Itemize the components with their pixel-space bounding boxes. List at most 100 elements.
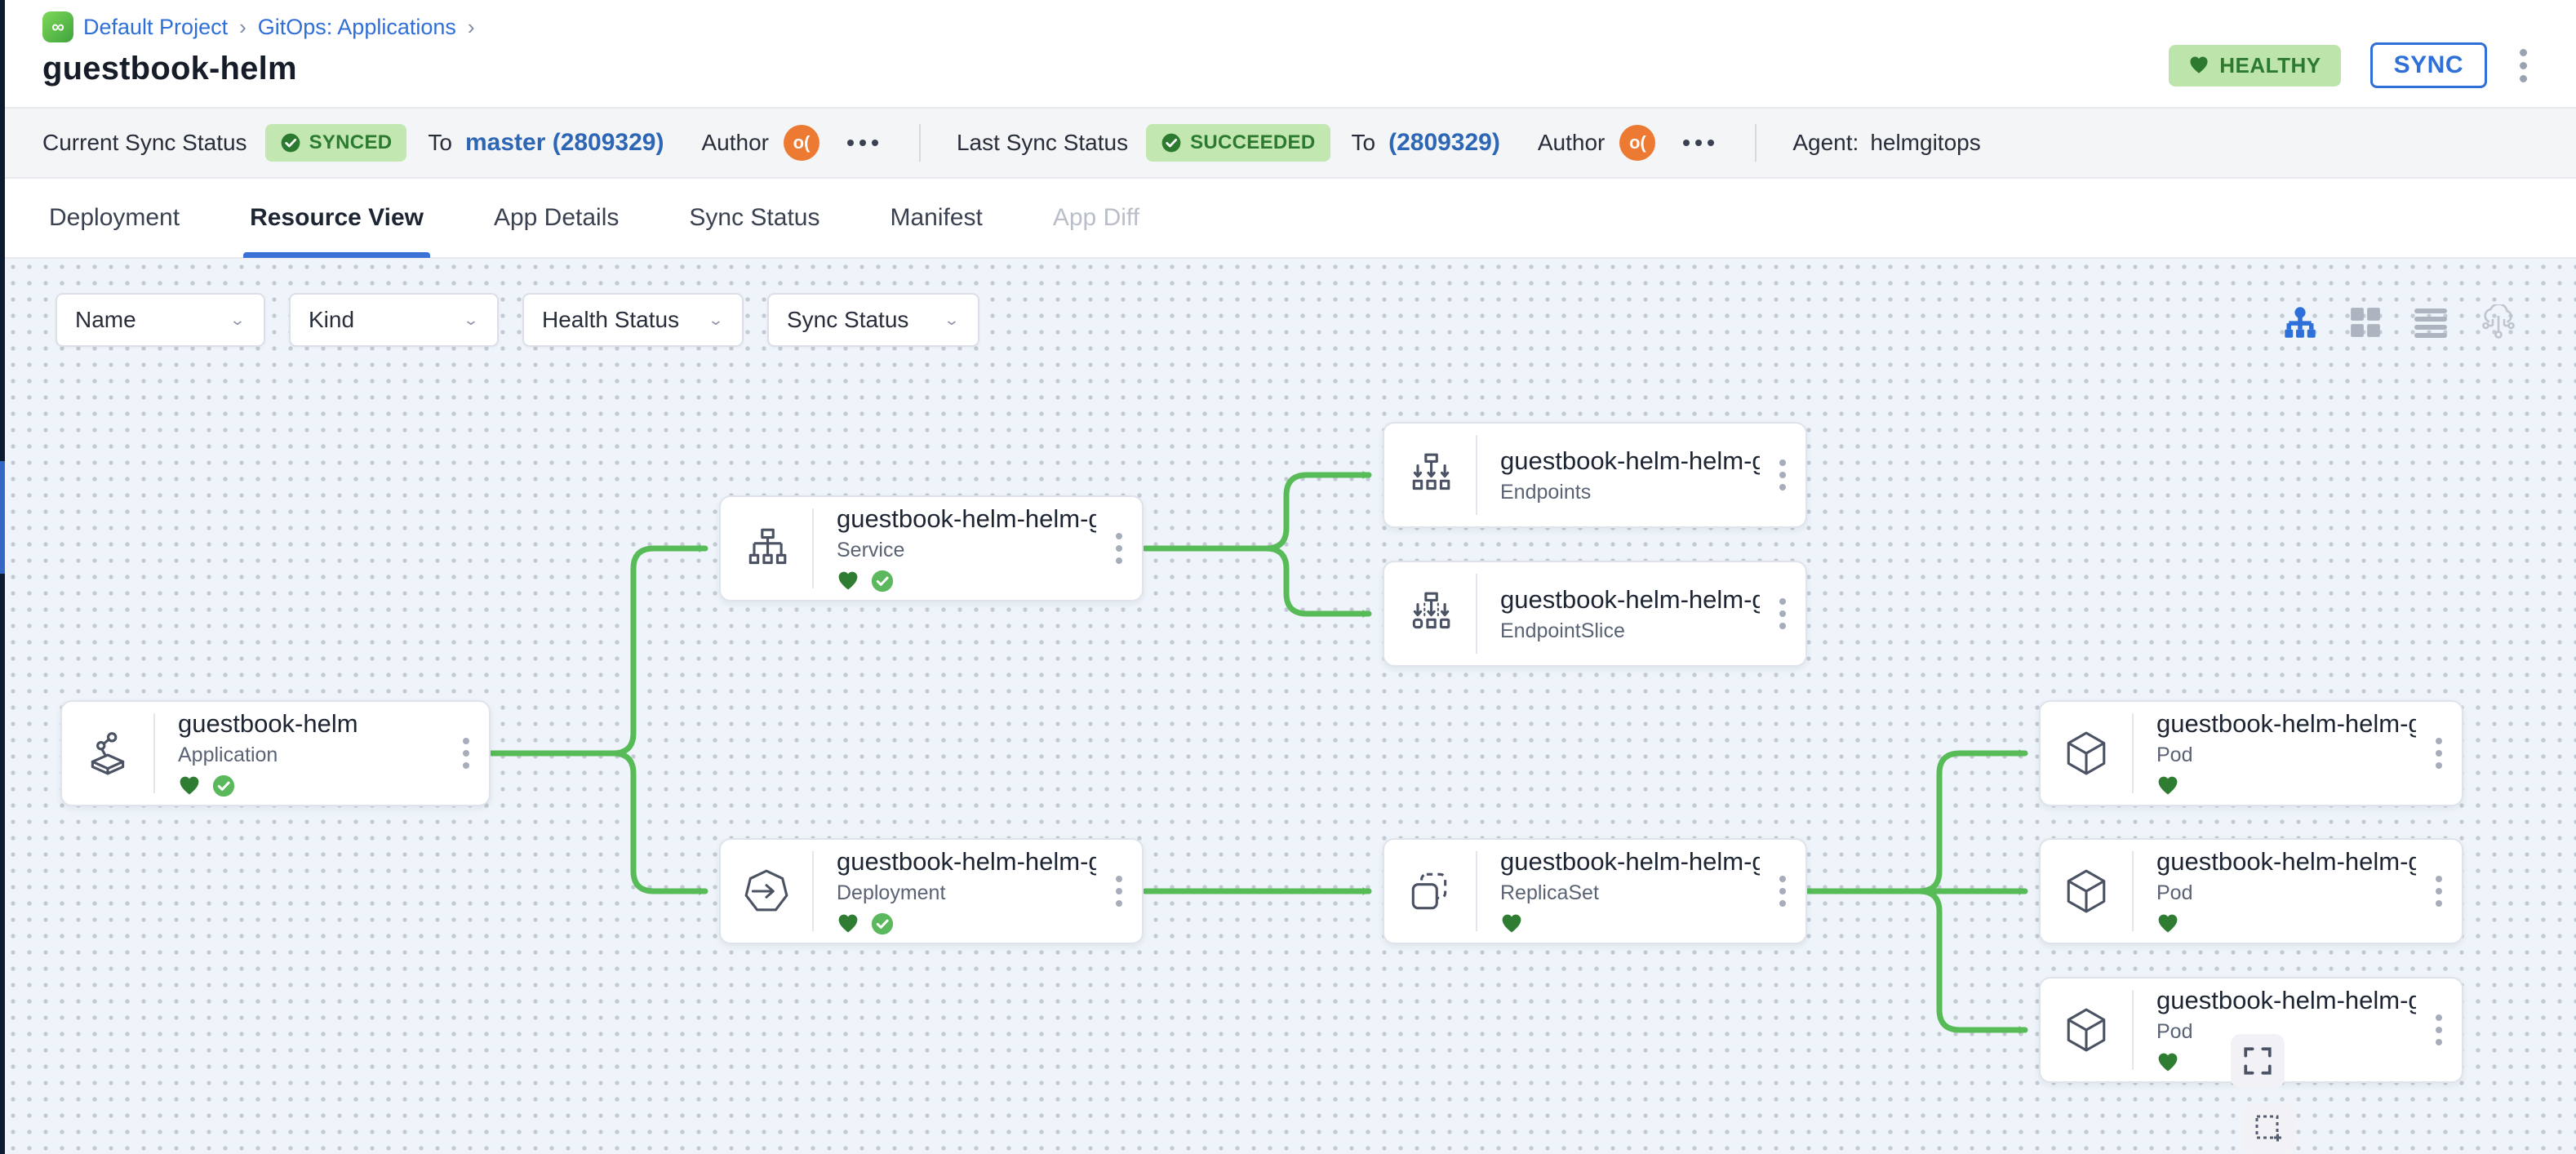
to-label: To bbox=[428, 130, 452, 156]
grid-view-icon[interactable] bbox=[2349, 306, 2382, 339]
healthy-heart-icon bbox=[837, 912, 859, 935]
fit-view-button[interactable] bbox=[2231, 1034, 2285, 1088]
app-tabs: Deployment Resource View App Details Syn… bbox=[5, 179, 2576, 259]
view-toggle-group bbox=[2282, 304, 2517, 340]
tab-resource-view[interactable]: Resource View bbox=[243, 180, 430, 256]
author-avatar[interactable]: o( bbox=[784, 125, 819, 161]
tab-app-details[interactable]: App Details bbox=[487, 180, 625, 256]
health-badge-label: HEALTHY bbox=[2219, 53, 2321, 78]
node-kebab-menu-icon[interactable] bbox=[1096, 876, 1142, 907]
healthy-heart-icon bbox=[2156, 775, 2179, 797]
application-icon bbox=[62, 730, 153, 777]
node-kebab-menu-icon[interactable] bbox=[443, 738, 489, 769]
resource-tree-canvas[interactable]: Name ⌄ Kind ⌄ Health Status ⌄ Sync Statu… bbox=[5, 259, 2576, 1154]
node-title: guestbook-helm-helm-g... bbox=[2156, 847, 2416, 877]
pod-icon bbox=[2041, 730, 2132, 777]
service-icon bbox=[721, 525, 812, 572]
node-endpointslice[interactable]: guestbook-helm-helm-g... EndpointSlice bbox=[1383, 561, 1807, 667]
node-kind: Pod bbox=[2156, 1020, 2416, 1044]
node-kebab-menu-icon[interactable] bbox=[2416, 738, 2462, 769]
node-pod-1[interactable]: guestbook-helm-helm-g... Pod bbox=[2039, 700, 2463, 806]
node-kebab-menu-icon[interactable] bbox=[1760, 598, 1805, 629]
node-kind: Application bbox=[178, 743, 443, 767]
tab-manifest[interactable]: Manifest bbox=[883, 180, 988, 256]
node-title: guestbook-helm-helm-g... bbox=[837, 504, 1096, 534]
kind-filter-select[interactable]: Kind ⌄ bbox=[289, 293, 499, 347]
node-title: guestbook-helm-helm-g... bbox=[1500, 847, 1760, 877]
node-kind: Pod bbox=[2156, 743, 2416, 767]
succeeded-badge-label: SUCCEEDED bbox=[1190, 131, 1315, 154]
synced-badge-label: SYNCED bbox=[309, 131, 393, 154]
tree-view-icon[interactable] bbox=[2282, 305, 2318, 340]
heart-icon bbox=[2188, 55, 2210, 76]
chevron-down-icon: ⌄ bbox=[229, 311, 246, 329]
node-pod-2[interactable]: guestbook-helm-helm-g... Pod bbox=[2039, 838, 2463, 944]
pod-icon bbox=[2041, 1006, 2132, 1054]
deployment-icon bbox=[721, 868, 812, 915]
header-kebab-menu-icon[interactable] bbox=[2516, 46, 2530, 86]
synced-check-icon bbox=[871, 912, 894, 935]
chevron-down-icon: ⌄ bbox=[463, 311, 479, 329]
node-kebab-menu-icon[interactable] bbox=[1760, 876, 1805, 907]
selection-tool-button[interactable] bbox=[2242, 1103, 2296, 1154]
node-deployment[interactable]: guestbook-helm-helm-g... Deployment bbox=[719, 838, 1144, 944]
node-replicaset[interactable]: guestbook-helm-helm-g... ReplicaSet bbox=[1383, 838, 1807, 944]
node-kebab-menu-icon[interactable] bbox=[1760, 459, 1805, 490]
breadcrumb-applications-link[interactable]: GitOps: Applications bbox=[258, 15, 456, 40]
breadcrumb-separator: › bbox=[466, 15, 477, 40]
name-filter-select[interactable]: Name ⌄ bbox=[56, 293, 265, 347]
healthy-heart-icon bbox=[2156, 912, 2179, 935]
breadcrumb: ∞ Default Project › GitOps: Applications… bbox=[42, 11, 2576, 42]
sync-button[interactable]: SYNC bbox=[2370, 42, 2487, 88]
agent-value: helmgitops bbox=[1870, 130, 1980, 156]
author-avatar[interactable]: o( bbox=[1619, 125, 1655, 161]
filter-bar: Name ⌄ Kind ⌄ Health Status ⌄ Sync Statu… bbox=[56, 293, 979, 347]
tab-app-diff[interactable]: App Diff bbox=[1046, 180, 1146, 256]
status-bar-divider bbox=[1755, 124, 1757, 162]
breadcrumb-separator: › bbox=[238, 15, 248, 40]
healthy-heart-icon bbox=[837, 570, 859, 593]
status-bar-divider bbox=[919, 124, 921, 162]
synced-check-icon bbox=[871, 570, 894, 593]
node-kebab-menu-icon[interactable] bbox=[1096, 533, 1142, 564]
release-view-icon[interactable] bbox=[2480, 304, 2517, 340]
current-revision-link[interactable]: master (2809329) bbox=[465, 129, 664, 157]
tab-sync-status[interactable]: Sync Status bbox=[682, 180, 826, 256]
synced-check-icon bbox=[212, 775, 235, 797]
health-status-filter-select[interactable]: Health Status ⌄ bbox=[522, 293, 744, 347]
node-title: guestbook-helm-helm-g... bbox=[1500, 585, 1760, 615]
author-label: Author bbox=[701, 130, 769, 156]
last-revision-link[interactable]: (2809329) bbox=[1388, 129, 1500, 157]
commit-info-ellipsis-button[interactable] bbox=[842, 135, 883, 151]
node-title: guestbook-helm-helm-g... bbox=[1500, 446, 1760, 476]
healthy-heart-icon bbox=[1500, 912, 1523, 935]
commit-info-ellipsis-button[interactable] bbox=[1678, 135, 1719, 151]
current-sync-status-label: Current Sync Status bbox=[42, 130, 247, 156]
node-kebab-menu-icon[interactable] bbox=[2416, 876, 2462, 907]
node-kind: Pod bbox=[2156, 881, 2416, 905]
tab-deployment[interactable]: Deployment bbox=[42, 180, 186, 256]
replicaset-icon bbox=[1384, 868, 1476, 915]
node-endpoints[interactable]: guestbook-helm-helm-g... Endpoints bbox=[1383, 422, 1807, 528]
health-status-filter-label: Health Status bbox=[542, 307, 679, 333]
node-title: guestbook-helm-helm-g... bbox=[2156, 986, 2416, 1015]
app-header: ∞ Default Project › GitOps: Applications… bbox=[5, 0, 2576, 107]
node-application[interactable]: guestbook-helm Application bbox=[60, 700, 491, 806]
node-service[interactable]: guestbook-helm-helm-g... Service bbox=[719, 495, 1144, 601]
sync-status-filter-label: Sync Status bbox=[787, 307, 908, 333]
check-circle-icon bbox=[1161, 132, 1182, 153]
header-actions: HEALTHY SYNC bbox=[2169, 42, 2530, 88]
healthy-heart-icon bbox=[178, 775, 201, 797]
sync-status-bar: Current Sync Status SYNCED To master (28… bbox=[5, 107, 2576, 179]
chevron-down-icon: ⌄ bbox=[944, 311, 960, 329]
node-kind: Endpoints bbox=[1500, 481, 1760, 504]
node-kind: Deployment bbox=[837, 881, 1096, 905]
synced-badge: SYNCED bbox=[265, 124, 407, 162]
node-kebab-menu-icon[interactable] bbox=[2416, 1014, 2462, 1045]
node-kind: Service bbox=[837, 539, 1096, 562]
sync-status-filter-select[interactable]: Sync Status ⌄ bbox=[767, 293, 979, 347]
last-sync-status-label: Last Sync Status bbox=[957, 130, 1128, 156]
check-circle-icon bbox=[280, 132, 301, 153]
breadcrumb-project-link[interactable]: Default Project bbox=[83, 15, 228, 40]
list-view-icon[interactable] bbox=[2413, 306, 2449, 339]
